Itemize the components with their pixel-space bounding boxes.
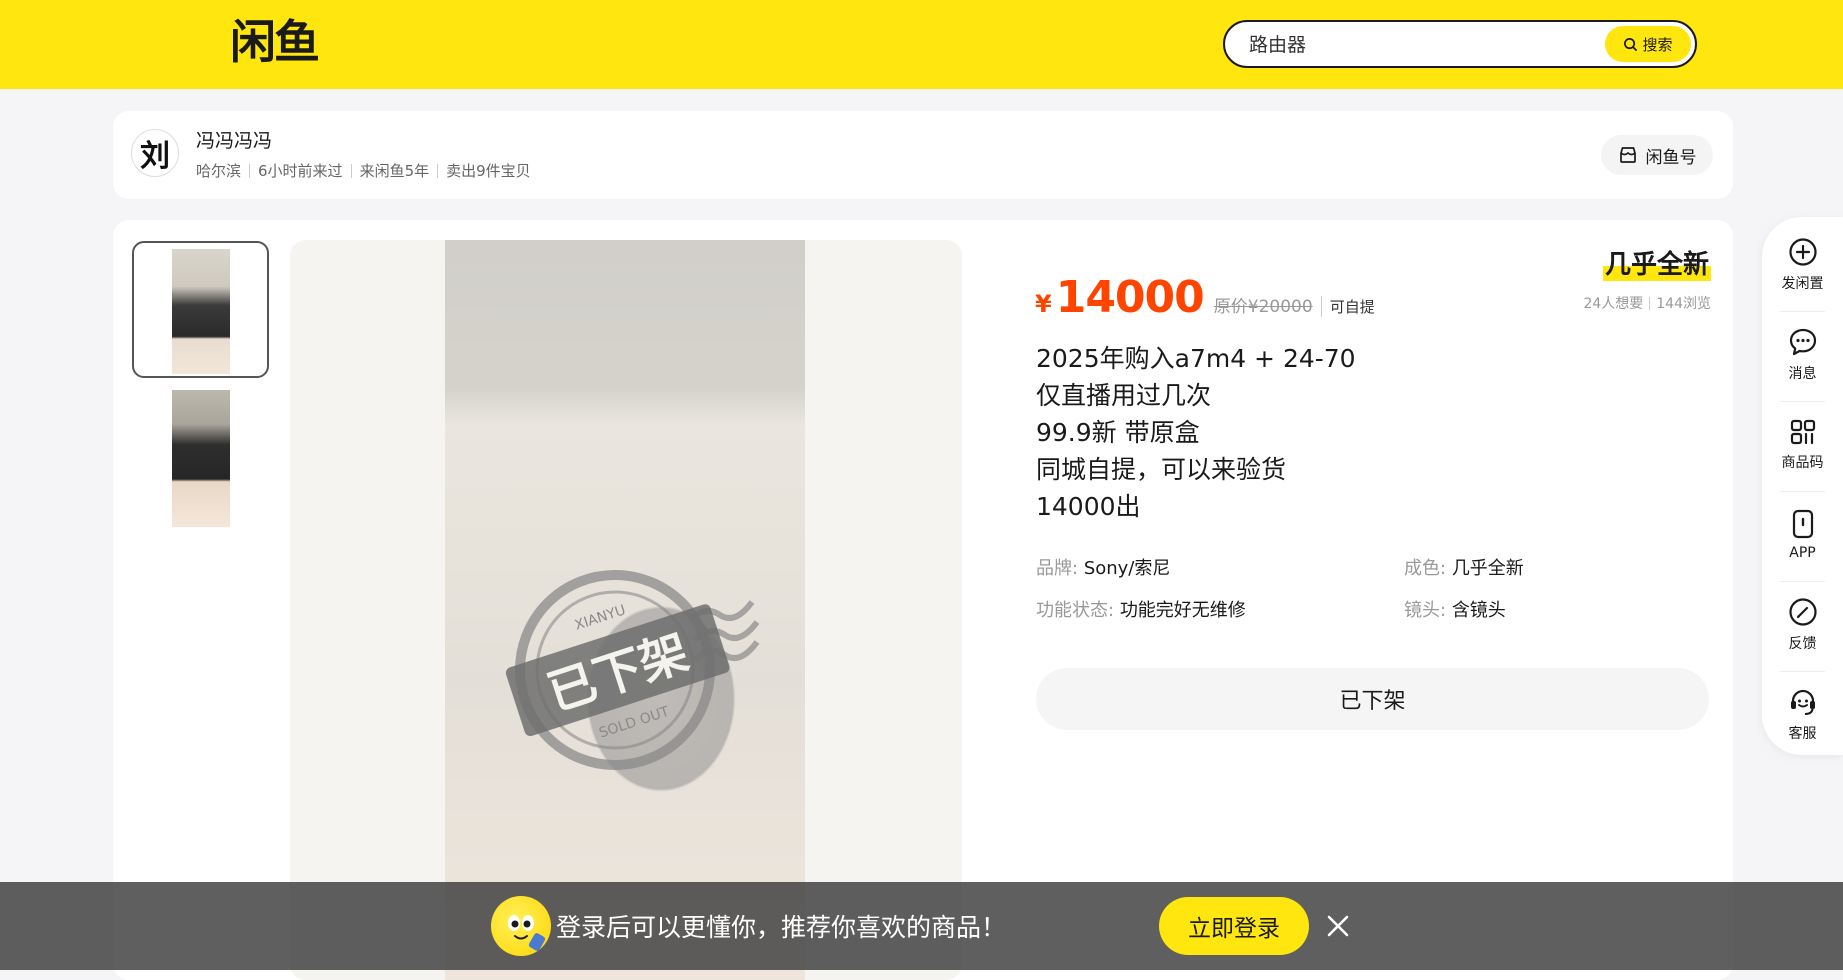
feedback-icon [1788,598,1817,626]
sidebar-item-label: 客服 [1788,726,1817,742]
sidebar-item-product-code[interactable]: 商品码 [1762,401,1843,489]
sidebar-item-label: 反馈 [1788,636,1817,652]
seller-last-seen: 6小时前来过 [258,162,343,180]
attr-value: 功能完好无维修 [1119,600,1246,621]
phone-icon [1792,509,1813,539]
sidebar-item-label: 商品码 [1781,455,1824,471]
seller-sold-count: 卖出9件宝贝 [446,162,531,180]
currency-symbol: ¥ [1035,290,1052,318]
product-description: 2025年购入a7m4 + 24-70 仅直播用过几次 99.9新 带原盒 同城… [1036,340,1356,525]
attr-key: 功能状态: [1036,600,1115,621]
wants-count: 24人想要 [1583,296,1644,312]
search-bar: 搜索 [1223,20,1697,68]
login-button[interactable]: 立即登录 [1159,897,1309,955]
xianyu-id-label: 闲鱼号 [1645,147,1697,168]
attr-brand: 品牌: Sony/索尼 [1036,554,1170,580]
xianyu-logo[interactable]: 闲鱼 [230,14,320,70]
description-line: 99.9新 带原盒 [1036,418,1200,447]
attr-value: 几乎全新 [1451,558,1524,579]
attr-key: 品牌: [1036,558,1079,579]
divider [249,163,251,178]
search-button[interactable]: 搜索 [1605,26,1691,62]
headset-icon [1790,689,1815,715]
pickup-tag: 可自提 [1320,296,1375,317]
product-attributes: 品牌: Sony/索尼 成色: 几乎全新 功能状态: 功能完好无维修 镜头: 含… [1036,554,1726,634]
sidebar-item-post[interactable]: 发闲置 [1762,221,1843,309]
xianyu-id-button[interactable]: 闲鱼号 [1601,135,1713,175]
login-prompt-text: 登录后可以更懂你，推荐你喜欢的商品！ [556,913,1007,942]
attr-value: Sony/索尼 [1083,558,1171,579]
attr-value: 含镜头 [1451,600,1506,621]
thumbnail-image [171,390,230,527]
divider [437,163,439,178]
login-banner: 登录后可以更懂你，推荐你喜欢的商品！ 立即登录 [0,882,1843,970]
sidebar-item-label: 消息 [1788,366,1817,382]
attr-key: 成色: [1404,558,1447,579]
price-row: ¥ 14000 原价¥20000 可自提 [1035,272,1375,323]
item-stats: 24人想要 144浏览 [1583,293,1711,313]
right-sidebar: 发闲置 消息 商品码 APP 反馈 客服 [1762,217,1843,755]
description-line: 14000出 [1036,492,1141,521]
attr-condition: 成色: 几乎全新 [1404,554,1524,580]
description-line: 同城自提，可以来验货 [1036,455,1287,484]
price: 14000 [1055,272,1205,323]
seller-meta: 哈尔滨 6小时前来过 来闲鱼5年 卖出9件宝贝 [196,160,531,181]
search-icon [1624,37,1638,51]
divider [1649,296,1651,310]
top-header: 闲鱼 搜索 [0,0,1843,89]
main-photo[interactable]: 已下架 XIANYU SOLD OUT [290,240,962,980]
attr-lens: 镜头: 含镜头 [1404,596,1506,622]
search-input[interactable] [1247,30,1611,60]
sidebar-item-app[interactable]: APP [1762,491,1843,579]
thumbnail-2[interactable] [132,390,269,527]
offline-status-button[interactable]: 已下架 [1036,668,1709,730]
sidebar-item-customer-service[interactable]: 客服 [1762,671,1843,759]
stamp-top-text: XIANYU [573,602,628,633]
close-icon[interactable] [1322,910,1354,942]
sidebar-item-label: 发闲置 [1781,276,1824,292]
original-price: 原价¥20000 [1213,297,1313,317]
sidebar-item-messages[interactable]: 消息 [1762,311,1843,399]
description-line: 2025年购入a7m4 + 24-70 [1036,344,1356,373]
sold-out-stamp: 已下架 XIANYU SOLD OUT [505,570,760,770]
chat-bubble-icon [1789,328,1816,356]
attr-key: 镜头: [1404,600,1447,621]
sidebar-item-feedback[interactable]: 反馈 [1762,581,1843,669]
search-button-label: 搜索 [1642,35,1673,54]
description-line: 仅直播用过几次 [1036,381,1212,410]
condition-tag: 几乎全新 [1602,244,1711,281]
sidebar-item-label: APP [1789,545,1816,561]
shop-icon [1619,147,1636,163]
seller-card: 刘 冯冯冯冯 哈尔滨 6小时前来过 来闲鱼5年 卖出9件宝贝 闲鱼号 [113,111,1733,199]
grid-code-icon [1790,419,1815,445]
seller-avatar[interactable]: 刘 [131,129,179,177]
attr-function-status: 功能状态: 功能完好无维修 [1036,596,1246,622]
fish-mascot-icon [491,896,551,956]
seller-years: 来闲鱼5年 [359,162,430,180]
thumbnail-1[interactable] [132,241,269,378]
seller-name[interactable]: 冯冯冯冯 [196,126,272,153]
views-count: 144浏览 [1656,296,1711,312]
divider [350,163,352,178]
seller-location: 哈尔滨 [196,162,242,180]
plus-circle-icon [1788,238,1817,266]
thumbnail-image [171,249,230,374]
